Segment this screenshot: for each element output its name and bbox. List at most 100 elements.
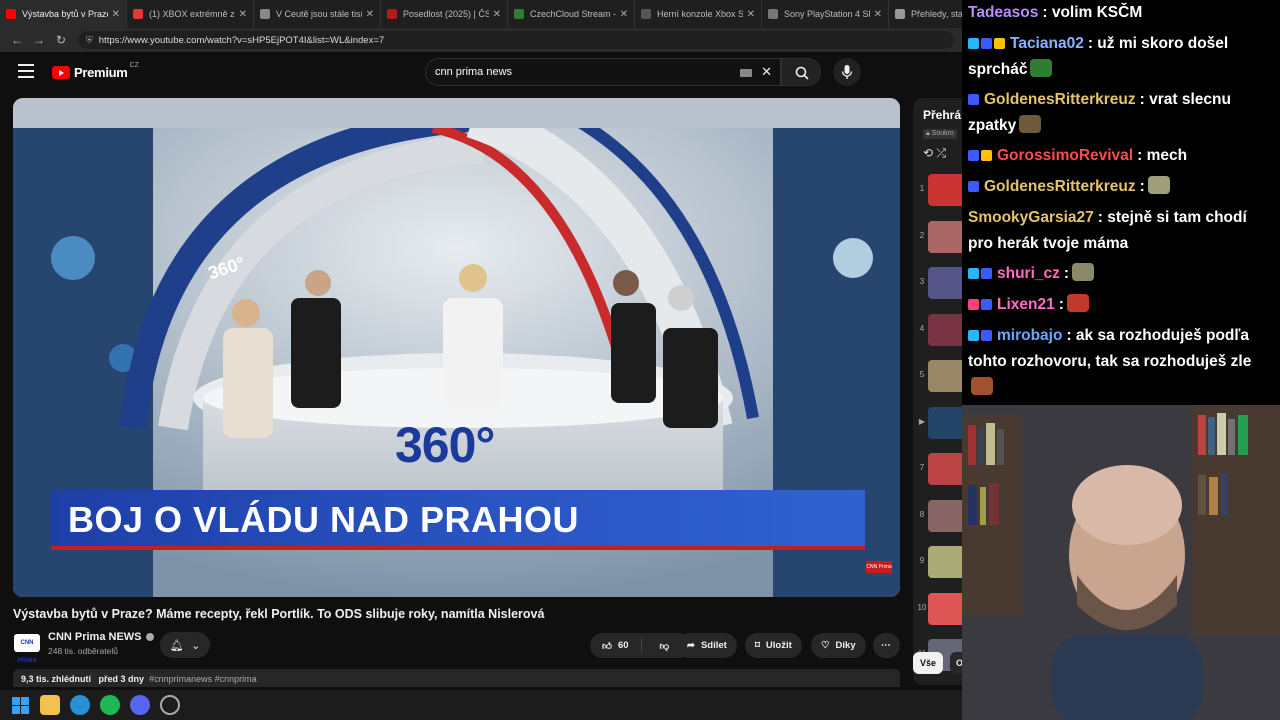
playlist-controls: ⟲ ⤮ [923,146,946,161]
spotify-icon[interactable] [100,695,120,715]
video-player[interactable]: 360° 360° BOJ O VLÁDU NAD PRAHOU CNN Pri… [13,98,900,597]
obs-icon[interactable] [160,695,180,715]
filter-chip-all[interactable]: Vše [913,652,943,674]
browser-tab[interactable]: Přehledy, statisti [889,0,962,28]
search-input[interactable]: cnn prima news ✕ [425,58,781,86]
browser-tab[interactable]: Výstavba bytů v Praze? M ✕ [0,0,127,28]
forward-icon[interactable]: → [28,33,50,47]
verified-icon [145,633,154,642]
channel-avatar[interactable]: CNN PRIMA [14,634,40,664]
chat-badge-icon [981,299,992,310]
address-bar[interactable]: ⛨ https://www.youtube.com/watch?v=sHP5Ej… [78,31,954,49]
close-tab-icon[interactable]: ✕ [874,9,882,20]
edge-browser-icon[interactable] [70,695,90,715]
voice-search-button[interactable] [833,58,861,86]
share-button[interactable]: ➦ Sdílet [677,633,737,658]
playlist-privacy: 🔒︎ Soukro [923,129,957,139]
tab-title: Posedlost (2025) | ČSFD [403,9,489,19]
tab-title: Sony PlayStation 4 Slim [784,9,870,19]
close-tab-icon[interactable]: ✕ [620,9,628,20]
youtube-play-icon [52,66,70,79]
browser-toolbar: ← → ↻ ⛨ https://www.youtube.com/watch?v=… [0,28,962,52]
browser-tab[interactable]: CzechCloud Stream - W ✕ [508,0,635,28]
browser-tab[interactable]: Herní konzole Xbox Ser ✕ [635,0,762,28]
chat-username: shuri_cz [997,265,1060,282]
close-tab-icon[interactable]: ✕ [112,9,120,20]
like-button[interactable]: 👍︎ 60 [590,638,642,653]
tab-title: Přehledy, statisti [911,9,962,19]
playlist-item[interactable]: 9 [913,542,962,582]
description-box[interactable]: 9,3 tis. zhlédnutí před 3 dny #cnnpriman… [13,669,900,687]
file-explorer-icon[interactable] [40,695,60,715]
clear-search-icon[interactable]: ✕ [761,64,772,80]
thumbs-down-icon: 👎︎ [659,640,670,652]
tab-title: (1) XBOX extrémně zdra [149,9,235,19]
tab-favicon [6,9,16,19]
search-button[interactable] [781,58,821,86]
shuffle-icon[interactable]: ⤮ [936,146,946,160]
browser-tab[interactable]: Posedlost (2025) | ČSFD ✕ [381,0,508,28]
discord-icon[interactable] [130,695,150,715]
browser-tab[interactable]: (1) XBOX extrémně zdra ✕ [127,0,254,28]
thumbs-up-icon: 👍︎ [602,640,612,652]
playlist-item-index: 10 [917,602,927,612]
playlist-item[interactable]: 8 [913,496,962,536]
logo-text: Premium [74,65,128,80]
loop-icon[interactable]: ⟲ [923,146,933,160]
chat-username: Tadeasos [968,4,1039,21]
playlist-item-thumbnail [928,499,962,532]
chat-text: : mech [1137,147,1188,164]
playlist-item[interactable]: ▶ [913,403,962,443]
chat-message: GorossimoRevival: mech [968,143,1274,169]
browser-tab[interactable]: V Ceutě jsou stále tisíce ✕ [254,0,381,28]
playlist-item-thumbnail [928,220,962,253]
thanks-icon: ♡ [821,640,830,651]
chat-message: GoldenesRitterkreuz: [968,174,1274,200]
close-tab-icon[interactable]: ✕ [239,9,247,20]
browser-tab[interactable]: Sony PlayStation 4 Slim ✕ [762,0,889,28]
chat-text: : [1058,296,1064,313]
save-button[interactable]: ⌑ Uložit [745,633,802,658]
chat-badge-icon [994,38,1005,49]
playlist-title: Přehrá [923,108,962,122]
chat-message: Taciana02: už mi skoro došel sprcháč [968,31,1274,83]
menu-icon[interactable] [18,64,34,78]
chat-message: SmookyGarsia27: stejně si tam chodí pro … [968,205,1274,257]
playlist-item[interactable]: 3 [913,263,962,303]
playlist-item[interactable]: 7 [913,449,962,489]
tab-favicon [768,9,778,19]
playlist-item[interactable]: 5 [913,356,962,396]
close-tab-icon[interactable]: ✕ [366,9,374,20]
windows-start-icon[interactable] [10,695,30,715]
stream-chat-overlay: Tadeasos: volim KSČM Taciana02: už mi sko… [962,0,1280,405]
site-info-icon[interactable]: ⛨ [86,35,93,46]
playlist-item[interactable]: 10 [913,589,962,629]
more-actions-button[interactable]: ⋯ [873,633,900,658]
thanks-button[interactable]: ♡ Díky [811,633,866,658]
studio-logo: 360° [395,417,495,473]
save-label: Uložit [765,640,792,651]
playlist-item[interactable]: 4 [913,310,962,350]
reload-icon[interactable]: ↻ [50,33,72,47]
playlist-item-index: 9 [919,556,925,565]
playlist-item[interactable]: 1 [913,170,962,210]
back-icon[interactable]: ← [6,33,28,47]
playlist-item-thumbnail [928,267,962,299]
search-query: cnn prima news [435,66,513,78]
chat-badge-icon [981,38,992,49]
keyboard-icon[interactable] [740,69,752,77]
youtube-logo[interactable]: Premium CZ [52,62,139,80]
chat-emote-icon [1030,59,1053,77]
close-tab-icon[interactable]: ✕ [747,9,755,20]
browser-tab-strip: Výstavba bytů v Praze? M✕(1) XBOX extrém… [0,0,962,28]
chat-badge-icon [981,330,992,341]
like-dislike-group: 👍︎ 60 👎︎ [590,633,691,658]
tab-favicon [260,9,270,19]
chat-badge-icon [968,299,979,310]
playlist-item[interactable]: 2 [913,217,962,257]
chat-text: : [1063,265,1070,282]
channel-name[interactable]: CNN Prima NEWS [48,631,154,643]
playlist-item-index: 1 [919,184,925,193]
notifications-button[interactable]: 🔔︎ ⌄ [160,632,210,658]
close-tab-icon[interactable]: ✕ [493,9,501,20]
